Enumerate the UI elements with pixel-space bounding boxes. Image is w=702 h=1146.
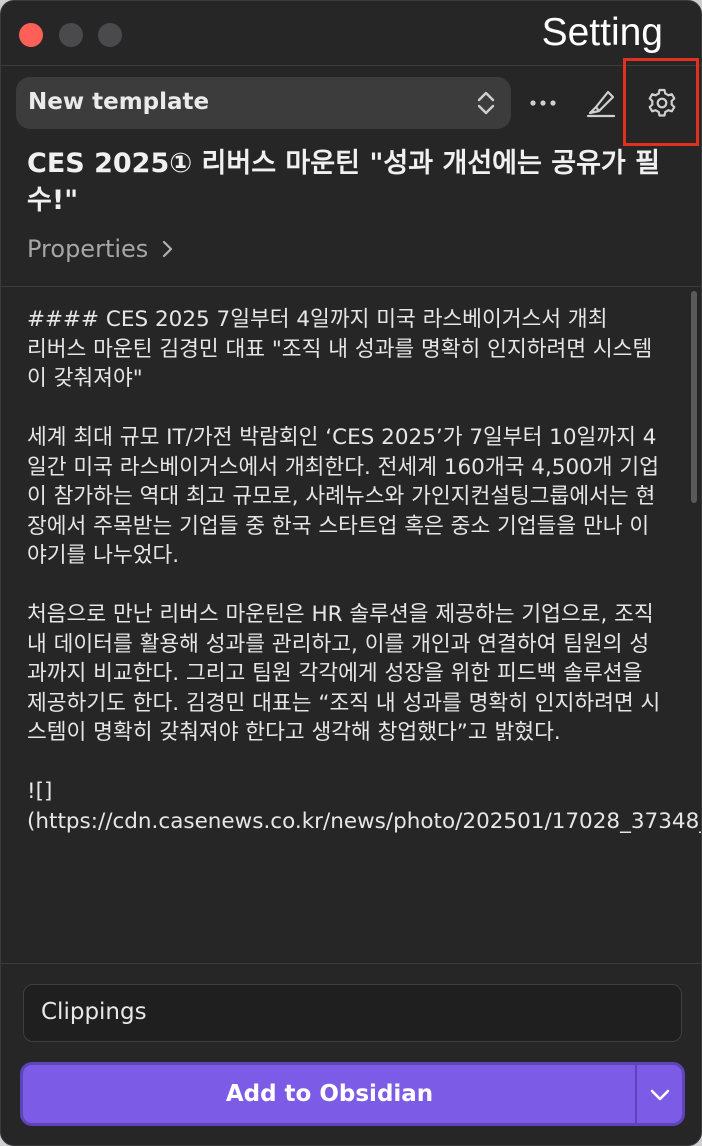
properties-label: Properties (27, 235, 149, 263)
note-content-area[interactable]: #### CES 2025 7일부터 4일까지 미국 라스베이거스서 개최 리버… (1, 287, 701, 963)
content-scrollbar[interactable] (691, 291, 697, 503)
add-options-dropdown-button[interactable] (643, 1081, 677, 1109)
chevron-down-icon (650, 1089, 670, 1101)
close-window-button[interactable] (19, 23, 43, 47)
minimize-window-button[interactable] (59, 23, 83, 47)
chevron-up-down-icon (475, 88, 497, 122)
content-bottom-divider (1, 963, 701, 964)
settings-highlight-box (623, 58, 699, 146)
annotation-label: Setting (541, 11, 663, 54)
properties-toggle[interactable]: Properties (27, 235, 174, 263)
more-options-button[interactable] (523, 83, 563, 123)
titlebar-divider (1, 65, 701, 66)
button-split-divider (635, 1065, 637, 1123)
note-content[interactable]: #### CES 2025 7일부터 4일까지 미국 라스베이거스서 개최 리버… (27, 305, 701, 836)
template-select[interactable]: New template (16, 77, 511, 129)
titlebar: Setting (1, 1, 701, 67)
zoom-window-button[interactable] (98, 23, 122, 47)
highlighter-icon (586, 90, 616, 118)
add-to-obsidian-button[interactable]: Add to Obsidian (20, 1062, 685, 1126)
note-title[interactable]: CES 2025① 리버스 마운틴 "성과 개선에는 공유가 필수!" (27, 145, 679, 219)
clipper-window: Setting New template CES 2025① 리버스 마운틴 "… (0, 0, 702, 1146)
ellipsis-icon (530, 100, 556, 106)
template-select-value: New template (28, 89, 210, 115)
add-to-obsidian-label: Add to Obsidian (225, 1081, 434, 1107)
chevron-right-icon (163, 240, 173, 258)
folder-input[interactable]: Clippings (23, 984, 682, 1042)
highlighter-button[interactable] (581, 83, 621, 123)
